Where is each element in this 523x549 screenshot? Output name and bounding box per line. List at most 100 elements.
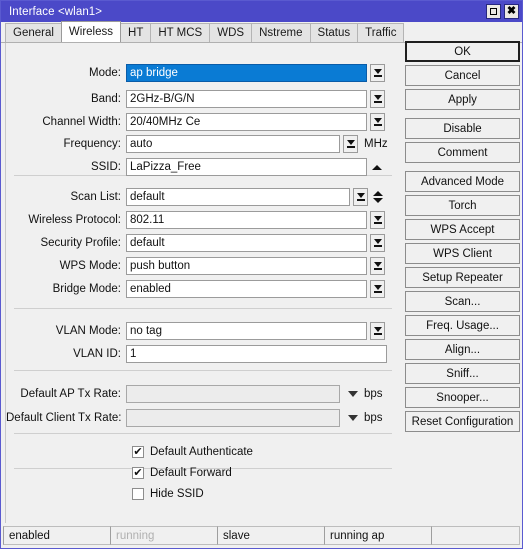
button-ok[interactable]: OK [405,41,520,62]
input-bridge-mode[interactable]: enabled [126,280,367,298]
chevron-down-icon [373,118,382,126]
button-label: Apply [448,93,477,106]
tab-wireless[interactable]: Wireless [60,21,122,42]
input-value: ap bridge [130,67,178,79]
checkbox-hide-ssid[interactable]: Hide SSID [132,485,204,503]
button-label: Cancel [444,69,481,82]
expand-up-icon[interactable] [370,158,383,176]
label-security-profile: Security Profile: [40,237,121,249]
label-vlan-id: VLAN ID: [73,348,121,360]
tab-bar: General Wireless HT HT MCS WDS Nstreme Status T… [1,21,522,43]
input-vlan-mode[interactable]: no tag [126,322,367,340]
chevron-down-icon[interactable] [348,391,358,397]
button-snooper[interactable]: Snooper... [405,387,520,408]
tab-general[interactable]: General [5,23,62,42]
button-scan[interactable]: Scan... [405,291,520,312]
input-band[interactable]: 2GHz-B/G/N [126,90,367,108]
dropdown-button-scan-list[interactable] [353,188,368,206]
input-scan-list[interactable]: default [126,188,350,206]
section-divider [14,433,392,434]
close-button[interactable]: ✖ [504,4,519,19]
button-apply[interactable]: Apply [405,89,520,110]
input-value: default [130,237,165,249]
status-text: slave [223,529,250,542]
form-row-band: Band: 2GHz-B/G/N [6,88,385,110]
button-comment[interactable]: Comment [405,142,520,163]
dropdown-button-mode[interactable] [370,64,385,82]
tab-wds[interactable]: WDS [209,23,253,42]
form-row-frequency: Frequency: auto MHz [6,133,388,155]
chevron-down-icon[interactable] [348,415,358,421]
dropdown-button-wps-mode[interactable] [370,257,385,275]
label-scan-list: Scan List: [70,191,122,203]
label-ssid: SSID: [90,161,121,173]
tab-status[interactable]: Status [309,23,359,42]
button-sniff[interactable]: Sniff... [405,363,520,384]
button-cancel[interactable]: Cancel [405,65,520,86]
label-vlan-mode: VLAN Mode: [55,325,121,337]
button-align[interactable]: Align... [405,339,520,360]
dropdown-button-bridge-mode[interactable] [370,280,385,298]
dropdown-button-channel-width[interactable] [370,113,385,131]
tab-nstreme[interactable]: Nstreme [251,23,311,42]
tab-ht-mcs[interactable]: HT MCS [150,23,211,42]
input-wireless-protocol[interactable]: 802.11 [126,211,367,229]
form-row-channel-width: Channel Width: 20/40MHz Ce [6,111,385,133]
chevron-down-icon [373,262,382,270]
form-row-scan-list: Scan List: default [6,186,384,208]
maximize-button[interactable] [486,4,501,19]
input-value: 2GHz-B/G/N [130,93,195,105]
form-row-wps-mode: WPS Mode: push button [6,255,385,277]
window-title: Interface <wlan1> [9,5,103,18]
form-row-security-profile: Security Profile: default [6,232,385,254]
button-wps-client[interactable]: WPS Client [405,243,520,264]
input-channel-width[interactable]: 20/40MHz Ce [126,113,367,131]
tab-label: Wireless [68,26,114,38]
status-text: running [116,529,155,542]
button-setup-repeater[interactable]: Setup Repeater [405,267,520,288]
dropdown-button-frequency[interactable] [343,135,358,153]
input-ssid[interactable]: LaPizza_Free [126,158,367,176]
spinner-up-down-icon[interactable] [371,188,384,206]
chevron-down-icon [373,216,382,224]
input-wps-mode[interactable]: push button [126,257,367,275]
button-freq-usage[interactable]: Freq. Usage... [405,315,520,336]
button-label: Setup Repeater [422,271,503,284]
dropdown-button-band[interactable] [370,90,385,108]
tab-ht[interactable]: HT [120,23,152,42]
dropdown-button-security-profile[interactable] [370,234,385,252]
button-disable[interactable]: Disable [405,118,520,139]
checkbox-default-forward[interactable]: ✔ Default Forward [132,464,232,482]
wireless-form-panel: Mode: ap bridge Band: 2GHz-B/G/N Channel Wid… [5,43,397,523]
tab-traffic[interactable]: Traffic [357,23,405,42]
button-label: WPS Client [433,247,492,260]
button-label: Comment [437,146,488,159]
button-torch[interactable]: Torch [405,195,520,216]
chevron-down-icon [373,69,382,77]
button-reset-configuration[interactable]: Reset Configuration [405,411,520,432]
input-security-profile[interactable]: default [126,234,367,252]
interface-wlan1-dialog: ASP24.com.ua ASP24.com.ua Interface <wla… [0,0,523,549]
checkbox-label: Hide SSID [150,488,204,500]
input-mode[interactable]: ap bridge [126,64,367,82]
chevron-down-icon [373,239,382,247]
button-label: Advanced Mode [420,175,505,188]
input-value: auto [130,138,153,150]
status-cell-3: running ap [324,526,432,545]
dropdown-button-wireless-protocol[interactable] [370,211,385,229]
status-bar: enabled running slave running ap [3,526,520,545]
input-default-ap-tx-rate[interactable] [126,385,340,403]
input-frequency[interactable]: auto [126,135,340,153]
input-value: no tag [130,325,162,337]
section-divider [14,370,392,371]
checkbox-default-authenticate[interactable]: ✔ Default Authenticate [132,443,253,461]
dropdown-button-vlan-mode[interactable] [370,322,385,340]
input-vlan-id[interactable]: 1 [126,345,387,363]
tab-label: Nstreme [259,27,303,39]
button-advanced-mode[interactable]: Advanced Mode [405,171,520,192]
form-row-vlan-id: VLAN ID: 1 [6,343,387,365]
input-default-client-tx-rate[interactable] [126,409,340,427]
button-wps-accept[interactable]: WPS Accept [405,219,520,240]
form-row-ssid: SSID: LaPizza_Free [6,156,383,178]
label-channel-width: Channel Width: [42,116,121,128]
